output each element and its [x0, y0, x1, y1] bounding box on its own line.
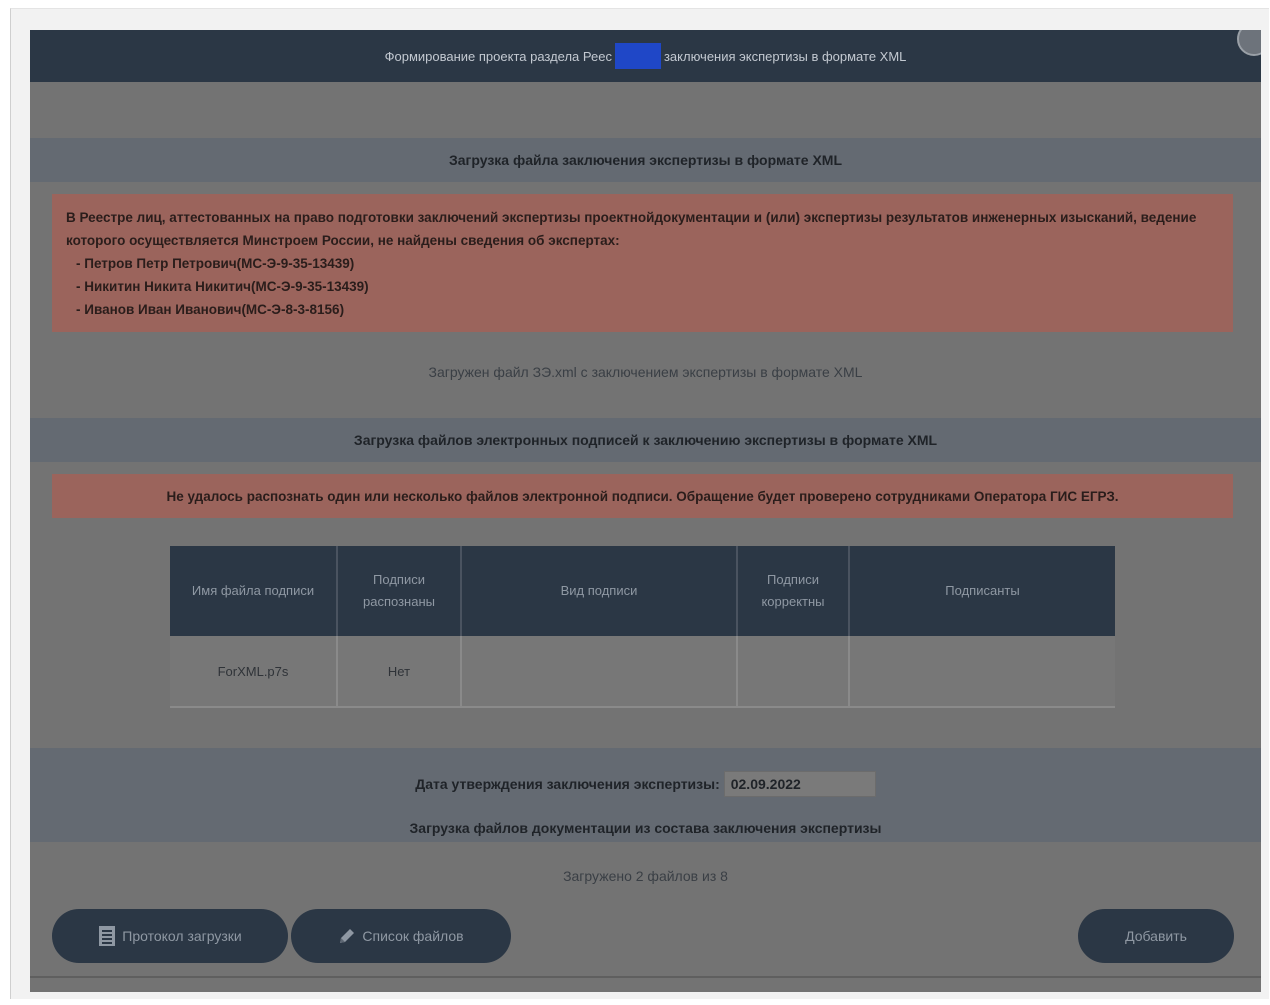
upload-dialog: Формирование проекта раздела Реес заключ…	[30, 30, 1261, 992]
conclusion-section-heading: Загрузка файла заключения экспертизы в ф…	[30, 138, 1261, 182]
file-list-label: Список файлов	[362, 928, 464, 944]
add-button[interactable]: Добавить	[1078, 909, 1234, 963]
column-header-recognized: Подписи распознаны	[337, 546, 462, 636]
signatures-table: Имя файла подписи Подписи распознаны Вид…	[170, 546, 1115, 708]
footer-divider	[30, 976, 1261, 978]
table-header-row: Имя файла подписи Подписи распознаны Вид…	[170, 546, 1115, 636]
experts-not-found-alert: В Реестре лиц, аттестованных на право по…	[52, 194, 1233, 332]
column-header-signers: Подписанты	[849, 546, 1115, 636]
signature-recognition-alert: Не удалось распознать один или несколько…	[52, 474, 1233, 518]
pencil-icon	[338, 927, 356, 945]
cell-signature-type	[461, 636, 738, 708]
cell-file-name: ForXML.p7s	[170, 636, 338, 708]
approval-date-input[interactable]: 02.09.2022	[723, 771, 876, 797]
cell-recognized: Нет	[337, 636, 462, 708]
conclusion-heading-text: Загрузка файла заключения экспертизы в ф…	[448, 152, 843, 168]
signatures-heading-text: Загрузка файлов электронных подписей к з…	[353, 432, 938, 448]
column-header-file-name: Имя файла подписи	[170, 546, 338, 636]
approval-section: Дата утверждения заключения экспертизы: …	[30, 748, 1261, 842]
column-header-signature-type: Вид подписи	[461, 546, 738, 636]
dialog-title-left: Формирование проекта раздела Реес	[384, 48, 612, 64]
cell-valid	[737, 636, 850, 708]
add-button-label: Добавить	[1125, 928, 1187, 944]
table-row: ForXML.p7s Нет	[170, 636, 1115, 708]
approval-date-label: Дата утверждения заключения экспертизы:	[415, 776, 720, 792]
dialog-header: Формирование проекта раздела Реес заключ…	[30, 30, 1261, 82]
upload-protocol-button[interactable]: Протокол загрузки	[52, 909, 288, 963]
cell-signers	[849, 636, 1115, 708]
file-list-button[interactable]: Список файлов	[291, 909, 511, 963]
documents-section-heading: Загрузка файлов документации из состава …	[409, 820, 882, 836]
expert-item: Иванов Иван Иванович(МС-Э-8-3-8156)	[76, 298, 1219, 321]
upload-protocol-label: Протокол загрузки	[122, 928, 242, 944]
conclusion-uploaded-text: Загружен файл ЗЭ.xml с заключением экспе…	[428, 364, 863, 380]
experts-list: Петров Петр Петрович(МС-Э-9-35-13439) Ни…	[66, 252, 1219, 321]
approval-date-line: Дата утверждения заключения экспертизы: …	[30, 771, 1261, 797]
expert-item: Петров Петр Петрович(МС-Э-9-35-13439)	[76, 252, 1219, 275]
alert-message: В Реестре лиц, аттестованных на право по…	[66, 210, 1197, 248]
signatures-section-heading: Загрузка файлов электронных подписей к з…	[30, 418, 1261, 462]
dialog-title-right: заключения экспертизы в формате XML	[663, 48, 907, 64]
redaction-mark	[614, 43, 661, 69]
documents-upload-status: Загружено 2 файлов из 8	[563, 868, 728, 884]
document-list-icon	[98, 925, 116, 947]
expert-item: Никитин Никита Никитич(МС-Э-9-35-13439)	[76, 275, 1219, 298]
signature-alert-text: Не удалось распознать один или несколько…	[166, 488, 1119, 504]
column-header-valid: Подписи корректны	[737, 546, 850, 636]
